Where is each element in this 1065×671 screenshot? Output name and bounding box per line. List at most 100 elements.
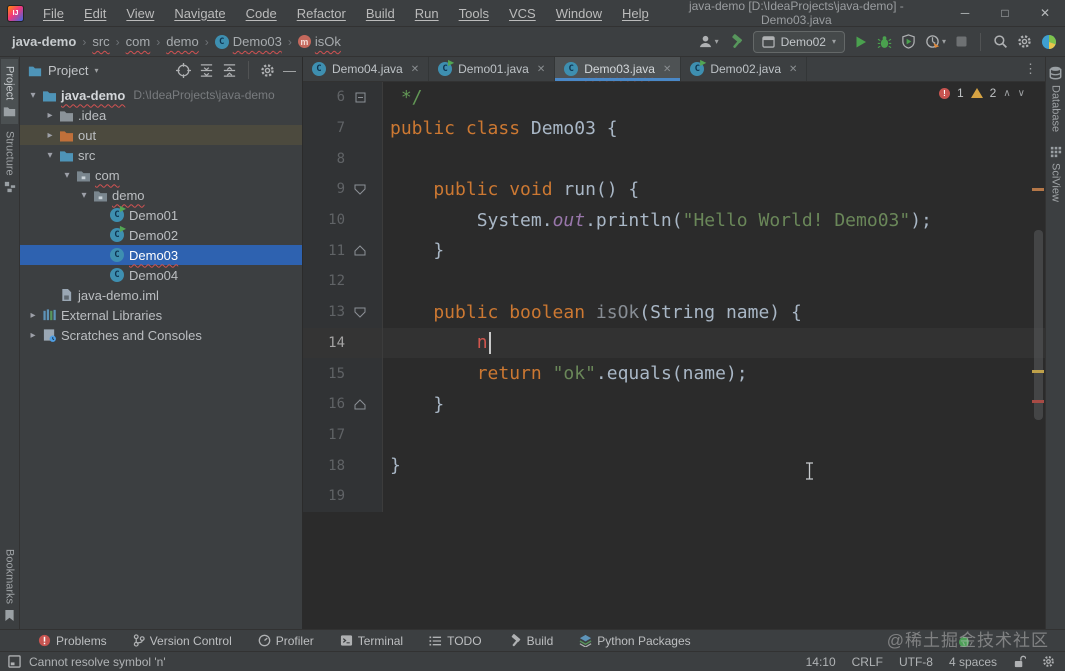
- breadcrumb-com[interactable]: com: [126, 34, 151, 49]
- code-line-9[interactable]: 9 public void run() {: [303, 174, 1045, 205]
- code-line-16[interactable]: 16 }: [303, 388, 1045, 420]
- tree-item-external-libraries[interactable]: ▸ External Libraries: [20, 305, 302, 325]
- tool-window-switcher-icon[interactable]: [8, 655, 21, 668]
- tab-close-icon[interactable]: ✕: [663, 64, 671, 75]
- tool-button-terminal[interactable]: Terminal: [340, 634, 403, 648]
- collapse-all-button[interactable]: [222, 63, 237, 78]
- maximize-button[interactable]: □: [985, 0, 1025, 26]
- stripe-button-bookmarks[interactable]: Bookmarks: [2, 542, 18, 629]
- menu-window[interactable]: Window: [547, 3, 611, 24]
- menu-build[interactable]: Build: [357, 3, 404, 24]
- menu-tools[interactable]: Tools: [450, 3, 498, 24]
- tab-close-icon[interactable]: ✕: [789, 64, 797, 75]
- fold-marker-icon[interactable]: [345, 92, 375, 103]
- fold-marker-icon[interactable]: [345, 399, 375, 410]
- code-editor[interactable]: 6 */ 7 public class Demo03 {8 9 public void…: [303, 82, 1045, 629]
- tree-item-demo[interactable]: ▾ demo: [20, 185, 302, 205]
- locate-file-button[interactable]: [176, 62, 191, 78]
- line-ending-indicator[interactable]: CRLF: [852, 655, 883, 669]
- menu-navigate[interactable]: Navigate: [165, 3, 234, 24]
- run-button[interactable]: [854, 35, 868, 49]
- search-everywhere-button[interactable]: [993, 34, 1008, 49]
- panel-settings-button[interactable]: [260, 63, 275, 78]
- tool-button-problems[interactable]: Problems: [38, 634, 107, 648]
- expand-all-button[interactable]: [199, 63, 214, 78]
- user-profile-button[interactable]: ▾: [698, 34, 719, 49]
- tab-demo02-java[interactable]: C ▶ Demo02.java ✕: [681, 57, 808, 81]
- code-line-8[interactable]: 8: [303, 143, 1045, 175]
- stripe-button-structure[interactable]: Structure: [2, 124, 18, 200]
- code-line-7[interactable]: 7 public class Demo03 {: [303, 112, 1045, 144]
- code-line-15[interactable]: 15 return "ok" .equals(name);: [303, 358, 1045, 389]
- build-project-button[interactable]: [728, 33, 744, 50]
- chevron-right-icon[interactable]: ▸: [43, 110, 57, 121]
- stripe-button-sciview[interactable]: SciView: [1048, 139, 1064, 209]
- tree-item--idea[interactable]: ▸ .idea: [20, 105, 302, 125]
- breadcrumb-src[interactable]: src: [92, 34, 109, 49]
- menu-run[interactable]: Run: [406, 3, 448, 24]
- menu-refactor[interactable]: Refactor: [288, 3, 355, 24]
- breadcrumb-demo03[interactable]: C Demo03: [214, 34, 282, 49]
- breadcrumb-isok[interactable]: m isOk: [297, 34, 341, 49]
- code-line-14[interactable]: 14 n: [303, 327, 1045, 359]
- stripe-button-database[interactable]: Database: [1047, 59, 1064, 139]
- code-line-10[interactable]: 10 System. out .println("Hello World! Demo…: [303, 204, 1045, 236]
- tree-item-java-demo[interactable]: ▾ java-demo D:\IdeaProjects\java-demo: [20, 85, 302, 105]
- run-configuration-select[interactable]: Demo02 ▾: [752, 30, 845, 53]
- code-line-19[interactable]: 19: [303, 480, 1045, 512]
- tab-close-icon[interactable]: ✕: [537, 64, 545, 75]
- encoding-indicator[interactable]: UTF-8: [899, 655, 933, 669]
- tool-button-python-packages[interactable]: Python Packages: [579, 634, 691, 648]
- tree-item-demo03[interactable]: C Demo03: [20, 245, 302, 265]
- debug-button[interactable]: [877, 35, 892, 49]
- prev-error-button[interactable]: ∧: [1003, 88, 1010, 99]
- fold-marker-icon[interactable]: [345, 245, 375, 256]
- plugin-ball-button[interactable]: [1041, 34, 1057, 50]
- stripe-button-project[interactable]: Project: [1, 59, 18, 125]
- chevron-right-icon[interactable]: ▸: [43, 130, 57, 141]
- chevron-down-icon[interactable]: ▾: [26, 90, 40, 101]
- code-line-13[interactable]: 13 public boolean isOk (String name) {: [303, 296, 1045, 328]
- indent-indicator[interactable]: 4 spaces: [949, 655, 997, 669]
- tree-item-src[interactable]: ▾ src: [20, 145, 302, 165]
- profiler-button[interactable]: ▾: [925, 34, 946, 49]
- hide-panel-button[interactable]: —: [283, 63, 296, 78]
- tree-item-com[interactable]: ▾ com: [20, 165, 302, 185]
- chevron-right-icon[interactable]: ▸: [26, 330, 40, 341]
- settings-button[interactable]: [1017, 34, 1032, 49]
- code-line-11[interactable]: 11 }: [303, 235, 1045, 267]
- tool-button-todo[interactable]: TODO: [429, 634, 482, 648]
- chevron-right-icon[interactable]: ▸: [26, 310, 40, 321]
- tree-item-demo04[interactable]: C Demo04: [20, 265, 302, 285]
- lock-icon[interactable]: [1013, 655, 1026, 668]
- editor-scrollbar[interactable]: [1034, 230, 1043, 420]
- code-line-17[interactable]: 17: [303, 419, 1045, 451]
- tab-close-icon[interactable]: ✕: [411, 64, 419, 75]
- inspections-widget[interactable]: ! 1 2 ∧ ∨: [938, 86, 1025, 100]
- tree-item-java-demo-iml[interactable]: java-demo.iml: [20, 285, 302, 305]
- tree-item-demo02[interactable]: C ▶ Demo02: [20, 225, 302, 245]
- tab-demo03-java[interactable]: C Demo03.java ✕: [555, 57, 682, 81]
- chevron-down-icon[interactable]: ▾: [43, 150, 57, 161]
- menu-file[interactable]: File: [34, 3, 73, 24]
- chevron-down-icon[interactable]: ▾: [77, 190, 91, 201]
- gear-small-icon[interactable]: [1042, 655, 1055, 668]
- code-line-18[interactable]: 18}: [303, 450, 1045, 481]
- menu-edit[interactable]: Edit: [75, 3, 115, 24]
- tree-item-demo01[interactable]: C ▶ Demo01: [20, 205, 302, 225]
- menu-view[interactable]: View: [117, 3, 163, 24]
- stop-button[interactable]: [955, 35, 968, 48]
- caret-position[interactable]: 14:10: [806, 655, 836, 669]
- chevron-down-icon[interactable]: ▾: [60, 170, 74, 181]
- menu-vcs[interactable]: VCS: [500, 3, 545, 24]
- minimize-button[interactable]: ─: [945, 0, 985, 26]
- tool-button-profiler[interactable]: Profiler: [258, 634, 314, 648]
- tab-demo04-java[interactable]: C Demo04.java ✕: [303, 57, 430, 81]
- menu-help[interactable]: Help: [613, 3, 658, 24]
- tab-list-button[interactable]: ⋮: [1016, 57, 1045, 81]
- project-view-select[interactable]: Project ▾: [28, 63, 98, 78]
- close-button[interactable]: ✕: [1025, 0, 1065, 26]
- tree-item-out[interactable]: ▸ out: [20, 125, 302, 145]
- tool-button-build[interactable]: Build: [508, 634, 553, 648]
- coverage-button[interactable]: [901, 34, 916, 49]
